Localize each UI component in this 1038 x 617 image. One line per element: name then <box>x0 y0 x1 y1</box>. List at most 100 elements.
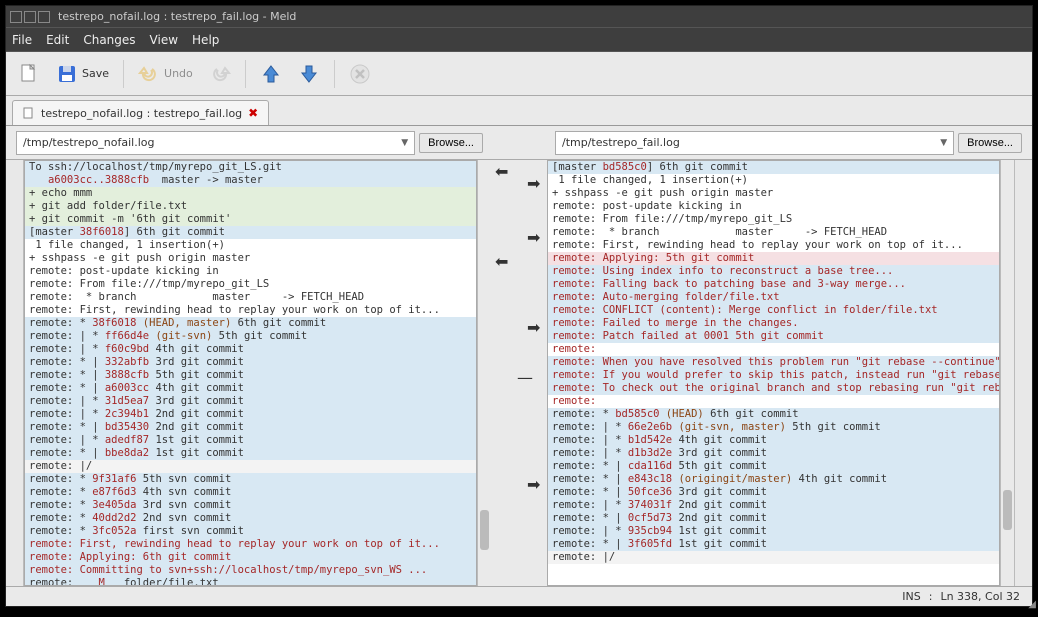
diff-line[interactable]: remote: * | bd35430 2nd git commit <box>25 421 476 434</box>
diff-line[interactable]: remote: From file:///tmp/myrepo_git_LS <box>25 278 476 291</box>
diff-line[interactable]: remote: * 3fc052a first svn commit <box>25 525 476 538</box>
delete-button[interactable] <box>343 57 377 91</box>
diff-line[interactable]: a6003cc..3888cfb master -> master <box>25 174 476 187</box>
diff-line[interactable]: remote: * | 332abfb 3rd git commit <box>25 356 476 369</box>
diff-line[interactable]: remote: | * 2c394b1 2nd git commit <box>25 408 476 421</box>
diff-line[interactable]: remote: | * 66e2e6b (git-svn, master) 5t… <box>548 421 999 434</box>
diff-line[interactable]: remote: Applying: 6th git commit <box>25 551 476 564</box>
next-diff-button[interactable] <box>292 57 326 91</box>
prev-diff-button[interactable] <box>254 57 288 91</box>
diff-line[interactable]: [master 38f6018] 6th git commit <box>25 226 476 239</box>
tab-close-icon[interactable]: ✖ <box>248 106 258 120</box>
diff-line[interactable]: remote: * 38f6018 (HEAD, master) 6th git… <box>25 317 476 330</box>
diff-line[interactable]: remote: | * f60c9bd 4th git commit <box>25 343 476 356</box>
diff-line[interactable]: remote: * bd585c0 (HEAD) 6th git commit <box>548 408 999 421</box>
push-left-arrow-icon[interactable]: ➡ <box>527 228 540 247</box>
diff-line[interactable]: remote: * | e843c18 (origingit/master) 4… <box>548 473 999 486</box>
left-file-combo[interactable]: /tmp/testrepo_nofail.log ▼ <box>16 131 415 155</box>
link-map[interactable]: ⬅ ➡ ➡ ⬅ ➡ — ➡ <box>491 160 547 586</box>
diff-line[interactable]: remote: | * 935cb94 1st git commit <box>548 525 999 538</box>
diff-line[interactable]: remote: * e87f6d3 4th svn commit <box>25 486 476 499</box>
push-right-arrow-icon[interactable]: ⬅ <box>495 162 508 181</box>
diff-line[interactable]: remote: |/ <box>25 460 476 473</box>
right-pane[interactable]: [master bd585c0] 6th git commit 1 file c… <box>547 160 1000 586</box>
diff-line[interactable]: remote: * | 3f605fd 1st git commit <box>548 538 999 551</box>
diff-line[interactable]: remote: | * ff66d4e (git-svn) 5th git co… <box>25 330 476 343</box>
diff-line[interactable]: 1 file changed, 1 insertion(+) <box>548 174 999 187</box>
diff-line[interactable]: remote: * | bbe8da2 1st git commit <box>25 447 476 460</box>
diff-line[interactable]: remote: CONFLICT (content): Merge confli… <box>548 304 999 317</box>
diff-line[interactable]: remote: Failed to merge in the changes. <box>548 317 999 330</box>
push-left-arrow-icon[interactable]: ➡ <box>527 318 540 337</box>
diff-line[interactable]: remote: <box>548 395 999 408</box>
new-button[interactable] <box>12 57 46 91</box>
diff-line[interactable]: remote: |/ <box>548 551 999 564</box>
left-overview-gutter[interactable] <box>6 160 24 586</box>
save-button[interactable]: Save <box>50 57 115 91</box>
diff-line[interactable]: remote: | * 31d5ea7 3rd git commit <box>25 395 476 408</box>
diff-line[interactable]: remote: * | 0cf5d73 2nd git commit <box>548 512 999 525</box>
left-browse-button[interactable]: Browse... <box>419 133 483 153</box>
push-right-arrow-icon[interactable]: ⬅ <box>495 252 508 271</box>
diff-line[interactable]: + sshpass -e git push origin master <box>548 187 999 200</box>
diff-line[interactable]: remote: | * b1d542e 4th git commit <box>548 434 999 447</box>
diff-line[interactable]: remote: Falling back to patching base an… <box>548 278 999 291</box>
window-minimize-icon[interactable] <box>38 11 50 23</box>
right-file-combo[interactable]: /tmp/testrepo_fail.log ▼ <box>555 131 954 155</box>
diff-line[interactable]: remote: First, rewinding head to replay … <box>25 538 476 551</box>
left-scrollbar[interactable] <box>477 160 491 586</box>
diff-line[interactable]: + git commit -m '6th git commit' <box>25 213 476 226</box>
diff-line[interactable]: remote: Patch failed at 0001 5th git com… <box>548 330 999 343</box>
diff-line[interactable]: remote: * 3e405da 3rd svn commit <box>25 499 476 512</box>
diff-line[interactable]: To ssh://localhost/tmp/myrepo_git_LS.git <box>25 161 476 174</box>
diff-line[interactable]: remote: When you have resolved this prob… <box>548 356 999 369</box>
diff-line[interactable]: remote: Applying: 5th git commit <box>548 252 999 265</box>
diff-line[interactable]: remote: M folder/file.txt <box>25 577 476 586</box>
diff-line[interactable]: + git add folder/file.txt <box>25 200 476 213</box>
right-browse-button[interactable]: Browse... <box>958 133 1022 153</box>
window-pin-icon[interactable] <box>24 11 36 23</box>
diff-line[interactable]: remote: * | cda116d 5th git commit <box>548 460 999 473</box>
diff-line[interactable]: remote: | * adedf87 1st git commit <box>25 434 476 447</box>
menu-view[interactable]: View <box>150 33 178 47</box>
push-left-arrow-icon[interactable]: ➡ <box>527 174 540 193</box>
diff-line[interactable]: remote: | * 374031f 2nd git commit <box>548 499 999 512</box>
diff-line[interactable]: remote: If you would prefer to skip this… <box>548 369 999 382</box>
right-overview-gutter[interactable] <box>1014 160 1032 586</box>
menu-changes[interactable]: Changes <box>83 33 135 47</box>
window-menu-icon[interactable] <box>10 11 22 23</box>
delete-marker-icon[interactable]: — <box>517 368 533 387</box>
diff-line[interactable]: + sshpass -e git push origin master <box>25 252 476 265</box>
menu-edit[interactable]: Edit <box>46 33 69 47</box>
diff-line[interactable]: 1 file changed, 1 insertion(+) <box>25 239 476 252</box>
diff-line[interactable]: remote: * | 3888cfb 5th git commit <box>25 369 476 382</box>
diff-line[interactable]: remote: To check out the original branch… <box>548 382 999 395</box>
diff-line[interactable]: remote: * branch master -> FETCH_HEAD <box>25 291 476 304</box>
diff-line[interactable]: remote: post-update kicking in <box>548 200 999 213</box>
diff-line[interactable]: remote: | * d1b3d2e 3rd git commit <box>548 447 999 460</box>
diff-line[interactable]: [master bd585c0] 6th git commit <box>548 161 999 174</box>
diff-line[interactable]: remote: * | 50fce36 3rd git commit <box>548 486 999 499</box>
diff-line[interactable]: remote: <box>548 343 999 356</box>
diff-line[interactable]: remote: Auto-merging folder/file.txt <box>548 291 999 304</box>
diff-line[interactable]: + echo mmm <box>25 187 476 200</box>
diff-line[interactable]: remote: First, rewinding head to replay … <box>25 304 476 317</box>
diff-line[interactable]: remote: * | a6003cc 4th git commit <box>25 382 476 395</box>
diff-line[interactable]: remote: From file:///tmp/myrepo_git_LS <box>548 213 999 226</box>
right-scrollbar[interactable] <box>1000 160 1014 586</box>
comparison-tab[interactable]: testrepo_nofail.log : testrepo_fail.log … <box>12 100 269 125</box>
left-pane[interactable]: To ssh://localhost/tmp/myrepo_git_LS.git… <box>24 160 477 586</box>
menu-help[interactable]: Help <box>192 33 219 47</box>
diff-line[interactable]: remote: * branch master -> FETCH_HEAD <box>548 226 999 239</box>
diff-line[interactable]: remote: * 40dd2d2 2nd svn commit <box>25 512 476 525</box>
resize-grip-icon[interactable]: ◢ <box>1028 599 1036 610</box>
undo-button[interactable]: Undo <box>132 57 199 91</box>
diff-line[interactable]: remote: Committing to svn+ssh://localhos… <box>25 564 476 577</box>
diff-line[interactable]: remote: First, rewinding head to replay … <box>548 239 999 252</box>
menu-file[interactable]: File <box>12 33 32 47</box>
redo-button[interactable] <box>203 57 237 91</box>
diff-line[interactable]: remote: * 9f31af6 5th svn commit <box>25 473 476 486</box>
push-left-arrow-icon[interactable]: ➡ <box>527 475 540 494</box>
diff-line[interactable]: remote: post-update kicking in <box>25 265 476 278</box>
diff-line[interactable]: remote: Using index info to reconstruct … <box>548 265 999 278</box>
